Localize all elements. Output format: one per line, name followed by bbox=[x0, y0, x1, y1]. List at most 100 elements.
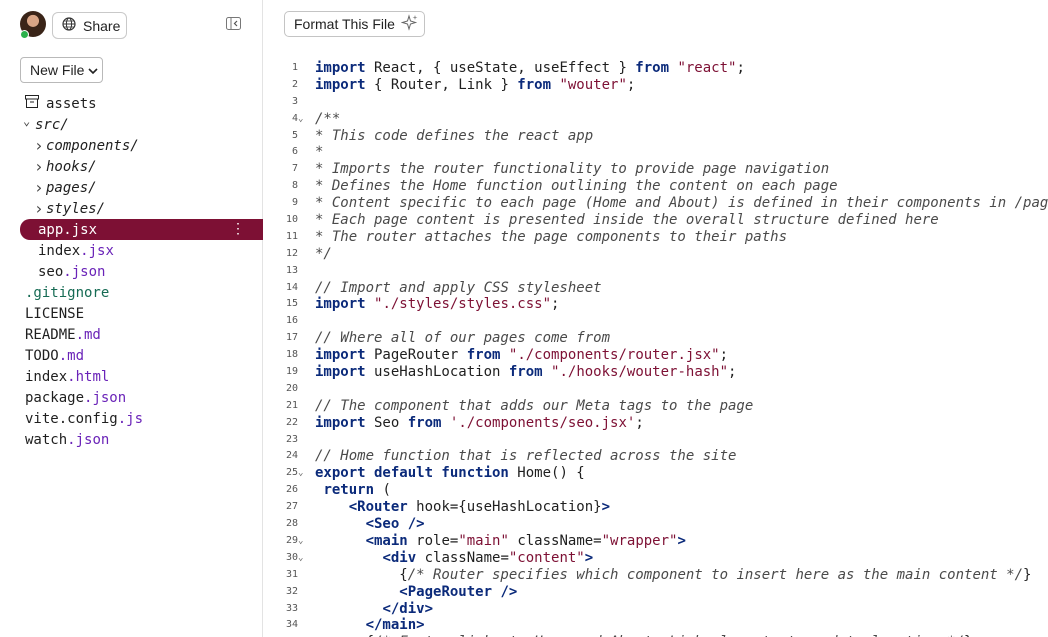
code-token: ; bbox=[626, 76, 636, 93]
file-name: components/ bbox=[46, 137, 139, 154]
file-index-jsx[interactable]: index .jsx bbox=[38, 240, 114, 261]
code-line[interactable]: 11 * The router attaches the page compone… bbox=[264, 229, 1048, 246]
fold-chevron-icon[interactable]: ⌄ bbox=[298, 465, 303, 482]
file-readme-md[interactable]: README .md bbox=[25, 324, 101, 345]
file-name: package bbox=[25, 389, 85, 406]
code-line[interactable]: 29 ⌄ <main role="main" className="wrapper… bbox=[264, 533, 1048, 550]
code-line[interactable]: 30 ⌄ <div className="content"> bbox=[264, 550, 1048, 567]
file-watch-json[interactable]: watch .json bbox=[25, 429, 109, 450]
folder-styles[interactable]: › styles/ bbox=[34, 198, 105, 219]
code-text: import "./styles/styles.css"; bbox=[315, 296, 559, 313]
line-number: 31 bbox=[285, 568, 298, 580]
code-line[interactable]: 12 */ bbox=[264, 246, 1048, 263]
code-line[interactable]: 19 import useHashLocation from "./hooks/w… bbox=[264, 364, 1048, 381]
share-button[interactable]: Share bbox=[52, 12, 127, 39]
file-vite-config-js[interactable]: vite.config .js bbox=[25, 408, 143, 429]
file-app-jsx-selected[interactable]: app .jsx ⋮ bbox=[20, 219, 263, 240]
code-text: // Import and apply CSS stylesheet bbox=[315, 280, 602, 297]
file-gitignore[interactable]: .gitignore bbox=[25, 282, 109, 303]
folder-assets[interactable]: assets bbox=[25, 93, 97, 114]
code-token: './components/seo.jsx' bbox=[449, 414, 636, 431]
code-text: import { Router, Link } from "wouter"; bbox=[315, 77, 635, 94]
code-editor[interactable]: Format This File 1 import React, { useSta… bbox=[264, 0, 1048, 637]
code-line[interactable]: 26 return ( bbox=[264, 482, 1048, 499]
code-token: import bbox=[315, 76, 366, 93]
file-extension: .json bbox=[63, 263, 106, 280]
code-line[interactable]: 15 import "./styles/styles.css"; bbox=[264, 296, 1048, 313]
file-package-json[interactable]: package .json bbox=[25, 387, 126, 408]
code-line[interactable]: 17 // Where all of our pages come from bbox=[264, 330, 1048, 347]
file-name: README bbox=[25, 326, 76, 343]
line-number: 21 bbox=[285, 399, 298, 411]
new-file-button[interactable]: New File bbox=[20, 57, 103, 83]
code-text: import React, { useState, useEffect } fr… bbox=[315, 60, 745, 77]
file-todo-md[interactable]: TODO .md bbox=[25, 345, 84, 366]
code-line[interactable]: 5 * This code defines the react app bbox=[264, 128, 1048, 145]
code-line[interactable]: 18 import PageRouter from "./components/r… bbox=[264, 347, 1048, 364]
format-file-button[interactable]: Format This File bbox=[284, 11, 425, 37]
code-line[interactable]: 14 // Import and apply CSS stylesheet bbox=[264, 280, 1048, 297]
file-index-html[interactable]: index .html bbox=[25, 366, 109, 387]
code-token: </div> bbox=[382, 600, 434, 617]
line-number: 19 bbox=[285, 366, 298, 378]
code-token: "./hooks/wouter-hash" bbox=[551, 364, 729, 381]
file-extension: .jsx bbox=[80, 242, 114, 259]
line-number: 18 bbox=[285, 349, 298, 361]
folder-components[interactable]: › components/ bbox=[34, 135, 139, 156]
code-line[interactable]: 33 </div> bbox=[264, 601, 1048, 618]
collapse-sidebar-icon[interactable] bbox=[226, 17, 241, 30]
code-line[interactable]: 2 import { Router, Link } from "wouter"; bbox=[264, 77, 1048, 94]
code-line[interactable]: 25 ⌄ export default function Home() { bbox=[264, 465, 1048, 482]
code-line[interactable]: 28 <Seo /> bbox=[264, 516, 1048, 533]
code-token: from bbox=[635, 60, 670, 76]
file-name: .gitignore bbox=[25, 284, 110, 301]
code-token: React, { useState, useEffect } bbox=[365, 60, 636, 76]
code-line[interactable]: 34 </main> bbox=[264, 617, 1048, 634]
code-token: hook={useHashLocation} bbox=[407, 499, 602, 516]
code-line[interactable]: 1 import React, { useState, useEffect } f… bbox=[264, 60, 1048, 77]
code-line[interactable]: 23 bbox=[264, 432, 1048, 449]
online-status-icon bbox=[20, 30, 29, 39]
line-number: 29 bbox=[285, 534, 298, 546]
code-line[interactable]: 20 bbox=[264, 381, 1048, 398]
code-line[interactable]: 21 // The component that adds our Meta ta… bbox=[264, 398, 1048, 415]
code-line[interactable]: 31 {/* Router specifies which component … bbox=[264, 567, 1048, 584]
code-text: <Router hook={useHashLocation}> bbox=[315, 499, 610, 516]
code-line[interactable]: 22 import Seo from './components/seo.jsx'… bbox=[264, 415, 1048, 432]
code-line[interactable]: 3 bbox=[264, 94, 1048, 111]
line-number: 32 bbox=[285, 585, 298, 597]
sparkle-icon bbox=[400, 13, 419, 35]
folder-src[interactable]: ⌄ src/ bbox=[23, 114, 69, 135]
code-line[interactable]: 16 bbox=[264, 313, 1048, 330]
code-line[interactable]: 13 bbox=[264, 263, 1048, 280]
file-name: index bbox=[38, 242, 81, 259]
file-seo-json[interactable]: seo .json bbox=[38, 261, 105, 282]
code-line[interactable]: 27 <Router hook={useHashLocation}> bbox=[264, 499, 1048, 516]
file-name: src/ bbox=[35, 116, 69, 133]
code-line[interactable]: 7 * Imports the router functionality to p… bbox=[264, 161, 1048, 178]
code-token: "./styles/styles.css" bbox=[374, 296, 552, 313]
code-line[interactable]: 32 <PageRouter /> bbox=[264, 584, 1048, 601]
code-line[interactable]: 4 ⌄ /** bbox=[264, 111, 1048, 128]
code-token: // Home function that is reflected acros… bbox=[315, 448, 737, 465]
code-line[interactable]: 24 // Home function that is reflected acr… bbox=[264, 448, 1048, 465]
code-token: ; bbox=[551, 296, 560, 313]
code-line[interactable]: 9 * Content specific to each page (Home a… bbox=[264, 195, 1048, 212]
code-text: * Imports the router functionality to pr… bbox=[315, 161, 829, 178]
file-name: LICENSE bbox=[25, 305, 85, 322]
code-line[interactable]: 8 * Defines the Home function outlining t… bbox=[264, 178, 1048, 195]
folder-pages[interactable]: › pages/ bbox=[34, 177, 97, 198]
fold-chevron-icon[interactable]: ⌄ bbox=[298, 550, 303, 567]
fold-chevron-icon[interactable]: ⌄ bbox=[298, 111, 303, 128]
file-license[interactable]: LICENSE bbox=[25, 303, 84, 324]
folder-hooks[interactable]: › hooks/ bbox=[34, 156, 97, 177]
fold-chevron-icon[interactable]: ⌄ bbox=[298, 533, 303, 550]
code-line[interactable]: 10 * Each page content is presented insid… bbox=[264, 212, 1048, 229]
code-area[interactable]: 1 import React, { useState, useEffect } f… bbox=[264, 60, 1048, 637]
code-line[interactable]: 6 * bbox=[264, 144, 1048, 161]
more-options-icon[interactable]: ⋮ bbox=[231, 221, 245, 237]
